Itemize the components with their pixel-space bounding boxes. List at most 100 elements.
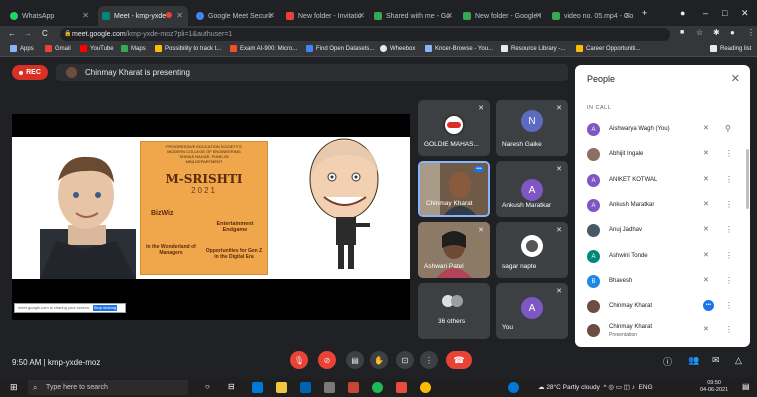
spotify-icon[interactable] — [372, 382, 383, 393]
close-tab-icon[interactable]: ✕ — [358, 11, 365, 20]
self-tile[interactable]: A ✕ You — [496, 283, 568, 339]
bookmark-kncer[interactable]: Kncer-Browse - You... — [425, 45, 493, 52]
more-options-icon[interactable]: ⋮ — [725, 225, 733, 234]
bookmarks-bar: Apps Gmail YouTube Maps Possibility to t… — [0, 43, 757, 57]
file-explorer-icon[interactable] — [276, 382, 287, 393]
participant-row[interactable]: Chinmay Kharat Presentation ✕ ⋮ — [585, 321, 740, 345]
camera-toggle-button[interactable]: ⊘ — [318, 351, 336, 369]
tab-whatsapp[interactable]: WhatsApp ✕ — [6, 6, 94, 26]
bookmark-maps[interactable]: Maps — [121, 45, 146, 52]
bookmark-exam[interactable]: Exam AI-900: Micro... — [230, 45, 297, 52]
tab-meet[interactable]: Meet - kmp-yxde ✕ — [98, 6, 188, 26]
stop-sharing-button[interactable]: Stop sharing — [93, 305, 117, 311]
leave-call-button[interactable]: ☎ — [446, 351, 472, 369]
minimize-button[interactable]: – — [703, 8, 708, 18]
others-tile[interactable]: 36 others — [418, 283, 490, 339]
tab-meet-security[interactable]: Google Meet Securit ✕ — [192, 6, 280, 26]
more-options-icon[interactable]: ⋮ — [725, 301, 733, 310]
more-options-icon[interactable]: ⋮ — [725, 175, 733, 184]
participant-row[interactable]: A Aishwarya Wagh (You) ✕ ⚲ — [585, 120, 740, 144]
present-button[interactable]: ⊡ — [396, 351, 414, 369]
tab-drive-shared[interactable]: Shared with me - Go ✕ — [370, 6, 458, 26]
bookmark-gmail[interactable]: Gmail — [45, 45, 71, 52]
windows-start-icon[interactable]: ⊞ — [10, 382, 18, 393]
close-tab-icon[interactable]: ✕ — [268, 11, 275, 20]
bookmark-youtube[interactable]: YouTube — [80, 45, 114, 52]
more-options-icon[interactable]: ⋮ — [725, 325, 733, 334]
camera-icon[interactable]: ■ — [680, 29, 684, 36]
app-icon[interactable] — [324, 382, 335, 393]
participant-tile-video[interactable]: ••• Chinmay Kharat — [418, 161, 490, 217]
task-view-icon[interactable]: ⊟ — [228, 382, 235, 391]
back-icon[interactable]: ← — [8, 29, 16, 38]
reload-icon[interactable]: C — [42, 29, 48, 38]
bookmark-apps[interactable]: Apps — [10, 45, 34, 52]
participant-row[interactable]: A Ankush Maratkar ✕ ⋮ — [585, 196, 740, 220]
more-options-icon[interactable]: ⋮ — [725, 251, 733, 260]
captions-button[interactable]: ▤ — [346, 351, 364, 369]
forward-icon[interactable]: → — [24, 29, 32, 38]
participant-tile[interactable]: ✕ sagar napte — [496, 222, 568, 278]
taskbar-search[interactable]: ⌕ Type here to search — [28, 380, 188, 395]
close-icon[interactable]: ✕ — [731, 72, 740, 85]
bookmark-datasets[interactable]: Find Open Datasets... — [306, 45, 374, 52]
mic-toggle-button[interactable]: 🎙 — [290, 351, 308, 369]
more-options-button[interactable]: ⋮ — [420, 351, 438, 369]
people-scrollbar[interactable] — [746, 149, 749, 209]
edge-icon[interactable] — [252, 382, 263, 393]
maps-icon — [121, 45, 128, 52]
store-icon[interactable] — [300, 382, 311, 393]
participant-row[interactable]: Anuj Jadhav ✕ ⋮ — [585, 221, 740, 245]
people-button[interactable]: 👥 — [688, 355, 699, 366]
participant-row[interactable]: B Bhavesh ✕ ⋮ — [585, 272, 740, 296]
close-tab-icon[interactable]: ✕ — [535, 11, 542, 20]
reading-list[interactable]: Reading list — [710, 45, 751, 52]
close-tab-icon[interactable]: ✕ — [446, 11, 453, 20]
meeting-details-button[interactable]: ⓘ — [663, 355, 672, 368]
more-options-icon[interactable]: ⋮ — [725, 200, 733, 209]
pin-icon[interactable]: ⚲ — [725, 124, 731, 133]
close-window-button[interactable]: ✕ — [741, 8, 749, 19]
bookmark-career[interactable]: Career Opportuniti... — [576, 45, 640, 52]
participant-tile-video[interactable]: ✕ Ashwari Patel — [418, 222, 490, 278]
bookmark-wheebox[interactable]: Wheebox — [380, 45, 415, 52]
activities-button[interactable]: △ — [735, 355, 742, 366]
participant-tile[interactable]: ✕ GOLDIE MAHAS... — [418, 100, 490, 156]
tab-drive-folder[interactable]: New folder - Google I ✕ — [459, 6, 547, 26]
extensions-icon[interactable]: ✱ — [713, 28, 720, 37]
app-icon[interactable] — [348, 382, 359, 393]
participant-row[interactable]: A ANIKET KOTWAL ✕ ⋮ — [585, 171, 740, 195]
tab-gmail-invitation[interactable]: New folder - Invitatio ✕ — [282, 6, 370, 26]
tray-icons[interactable]: ^ ◎ ▭ ◫ ♪ — [602, 384, 637, 391]
chat-button[interactable]: ✉ — [712, 355, 720, 366]
participant-row[interactable]: A Ashwini Tonde ✕ ⋮ — [585, 247, 740, 271]
participant-tile[interactable]: A ✕ Ankush Maratkar — [496, 161, 568, 217]
cortana-icon[interactable]: ○ — [205, 382, 210, 391]
avatar[interactable]: ● — [730, 28, 735, 37]
participant-row[interactable]: Abhijit Ingale ✕ ⋮ — [585, 145, 740, 169]
chrome-icon[interactable] — [420, 382, 431, 393]
address-bar[interactable]: 🔒 meet.google.com/kmp-yxde-moz?pli=1&aut… — [60, 28, 670, 41]
bookmark-resource[interactable]: Resource Library -... — [501, 45, 565, 52]
bookmark-star-icon[interactable]: ☆ — [696, 28, 703, 37]
notifications-icon[interactable]: ▤ — [742, 382, 750, 391]
app-icon[interactable] — [508, 382, 519, 393]
more-options-icon[interactable]: ⋮ — [725, 276, 733, 285]
bookmark-track[interactable]: Possibility to track t... — [155, 45, 221, 52]
globe-icon — [380, 45, 387, 52]
close-tab-icon[interactable]: ✕ — [82, 11, 89, 20]
office-icon[interactable] — [396, 382, 407, 393]
taskbar-clock[interactable]: 09:50 04-06-2021 — [700, 380, 728, 394]
close-tab-icon[interactable]: ✕ — [624, 11, 631, 20]
menu-icon[interactable]: ⋮ — [747, 28, 755, 37]
more-icon[interactable]: ••• — [474, 166, 484, 172]
close-tab-icon[interactable]: ✕ — [176, 11, 183, 20]
profile-icon[interactable]: ● — [680, 8, 685, 18]
more-options-icon[interactable]: ⋮ — [725, 149, 733, 158]
participant-row[interactable]: Chinmay Kharat ••• ⋮ — [585, 297, 740, 321]
participant-tile[interactable]: N ✕ Naresh Gaike — [496, 100, 568, 156]
maximize-button[interactable]: □ — [722, 8, 727, 18]
raise-hand-button[interactable]: ✋ — [370, 351, 388, 369]
tab-drive-video[interactable]: video no. 05.mp4 - Go ✕ — [548, 6, 636, 26]
new-tab-button[interactable]: + — [642, 8, 647, 18]
